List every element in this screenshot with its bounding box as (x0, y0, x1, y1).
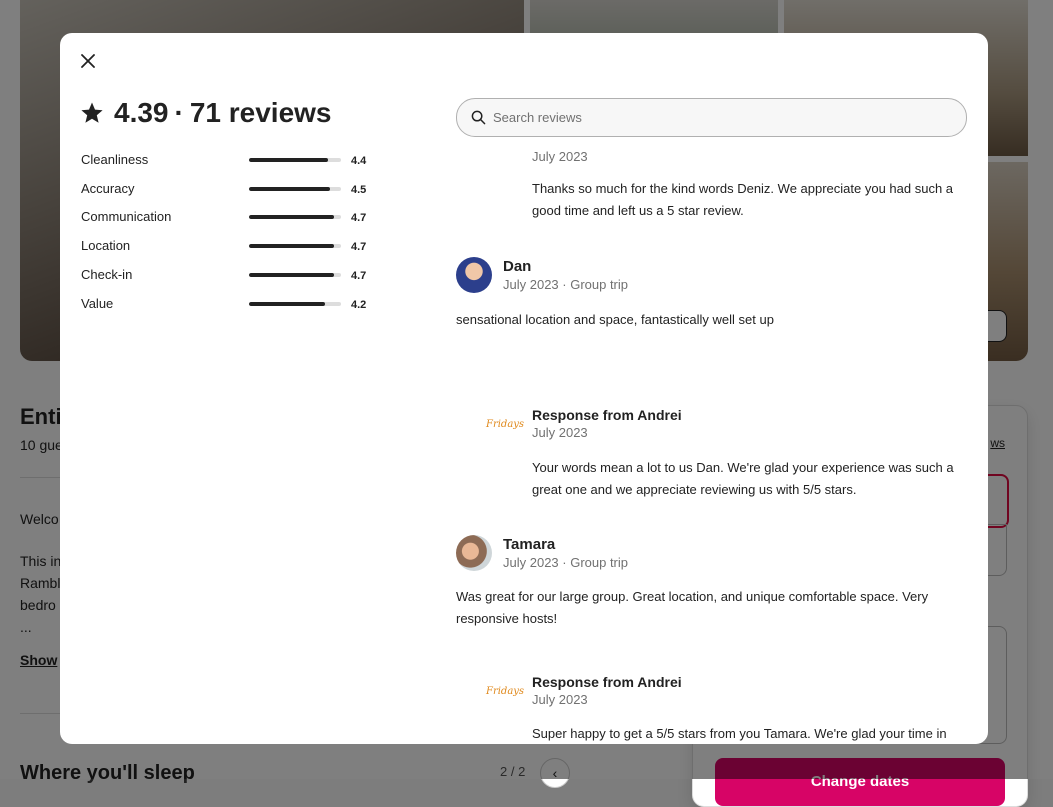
response-title: Response from Andrei (532, 407, 682, 423)
rating-category-location: Location 4.7 (81, 236, 381, 256)
response-date: July 2023 (532, 692, 588, 707)
search-reviews-box[interactable] (456, 98, 967, 137)
category-score: 4.2 (351, 299, 367, 311)
rating-category-communication: Communication 4.7 (81, 207, 381, 227)
response-text: Super happy to get a 5/5 stars from you … (532, 726, 947, 741)
rating-bar-fill (249, 215, 334, 219)
search-icon (471, 110, 486, 125)
category-score: 4.4 (351, 155, 367, 167)
review-text: sensational location and space, fantasti… (456, 312, 774, 327)
rating-category-value: Value 4.2 (81, 294, 381, 314)
rating-bar-fill (249, 158, 329, 162)
category-name: Location (81, 238, 131, 253)
review-text: Was great for our large group. Great loc… (456, 589, 929, 626)
response-date: July 2023 (532, 425, 588, 440)
rating-bar (249, 215, 341, 219)
rating-bar (249, 187, 341, 191)
rating-bar-fill (249, 187, 331, 191)
close-button[interactable] (76, 49, 100, 73)
category-name: Value (81, 296, 114, 311)
reviewer-name: Tamara (503, 536, 556, 553)
reviews-count: 71 reviews (189, 97, 332, 128)
avatar[interactable] (456, 257, 492, 293)
rating-category-accuracy: Accuracy 4.5 (81, 179, 381, 199)
category-score: 4.7 (351, 270, 367, 282)
response-text: Thanks so much for the kind words Deniz.… (532, 181, 954, 218)
review-date: July 2023 · Group trip (503, 277, 629, 292)
rating-bar-fill (249, 302, 325, 306)
host-logo: Fridays (486, 686, 525, 697)
rating-bar (249, 158, 341, 162)
rating-category-cleanliness: Cleanliness 4.4 (81, 150, 381, 170)
close-icon (81, 54, 95, 68)
category-name: Accuracy (81, 181, 135, 196)
category-name: Communication (81, 209, 172, 224)
rating-category-check-in: Check-in 4.7 (81, 265, 381, 285)
rating-bar (249, 302, 341, 306)
reviews-modal: 4.39 · 71 reviews Cleanliness 4.4 Accuracy… (60, 33, 988, 744)
response-date: July 2023 (532, 149, 588, 164)
response-title: Response from Andrei (532, 674, 682, 690)
reviews-list[interactable]: July 2023 Thanks so much for the kind wo… (456, 143, 976, 744)
category-score: 4.5 (351, 184, 367, 196)
host-logo: Fridays (486, 419, 525, 430)
rating-bar (249, 273, 341, 277)
category-score: 4.7 (351, 241, 367, 253)
avatar[interactable] (456, 535, 492, 571)
rating-bar (249, 244, 341, 248)
category-score: 4.7 (351, 212, 367, 224)
category-name: Check-in (81, 267, 133, 282)
response-text: Your words mean a lot to us Dan. We're g… (532, 460, 954, 497)
search-reviews-input[interactable] (493, 99, 953, 136)
rating-bar-fill (249, 244, 334, 248)
separator-dot: · (174, 97, 184, 128)
rating-bar-fill (249, 273, 334, 277)
category-name: Cleanliness (81, 152, 149, 167)
overall-rating: 4.39 (114, 97, 169, 128)
star-icon (81, 102, 103, 123)
review-date: July 2023 · Group trip (503, 555, 629, 570)
rating-summary: 4.39 · 71 reviews (80, 97, 332, 129)
reviewer-name: Dan (503, 258, 532, 275)
